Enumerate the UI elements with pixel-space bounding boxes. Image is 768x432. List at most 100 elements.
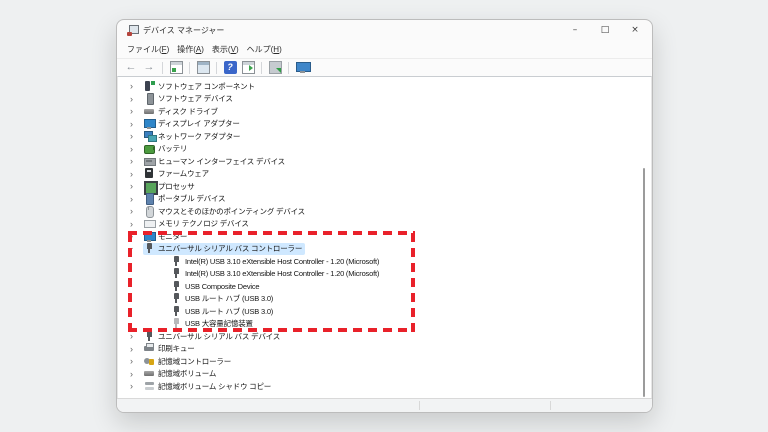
- tree-row[interactable]: Intel(R) USB 3.10 eXtensible Host Contro…: [118, 255, 651, 268]
- tree-row[interactable]: ポータブル デバイス: [118, 193, 651, 206]
- tree-row-content[interactable]: マウスとそのほかのポインティング デバイス: [143, 205, 308, 217]
- device-icon: [144, 243, 155, 254]
- menu-item-label: ファイル(: [127, 45, 162, 54]
- tree-row-content[interactable]: ネットワーク アダプター: [143, 130, 243, 142]
- tree-row[interactable]: Intel(R) USB 3.10 eXtensible Host Contro…: [118, 268, 651, 281]
- tree-row[interactable]: ユニバーサル シリアル バス デバイス: [118, 330, 651, 343]
- tree-row-content[interactable]: ソフトウェア デバイス: [143, 93, 236, 105]
- tree-row[interactable]: 記憶域ボリューム シャドウ コピー: [118, 380, 651, 393]
- tree-row-content[interactable]: プロセッサ: [143, 180, 198, 192]
- chevron-icon[interactable]: [127, 355, 143, 367]
- chevron-icon[interactable]: [127, 143, 143, 155]
- chevron-icon[interactable]: [127, 193, 143, 205]
- chevron-icon[interactable]: [127, 105, 143, 117]
- title-bar[interactable]: デバイス マネージャー –□×: [117, 20, 652, 40]
- tree-row[interactable]: ファームウェア: [118, 168, 651, 181]
- chevron-icon[interactable]: [127, 343, 143, 355]
- chevron-icon[interactable]: [127, 155, 143, 167]
- tree-row[interactable]: ソフトウェア デバイス: [118, 93, 651, 106]
- menu-item[interactable]: ヘルプ(H): [243, 44, 286, 55]
- device-icon: [144, 231, 155, 242]
- tree-row[interactable]: ディスク ドライブ: [118, 105, 651, 118]
- tree-row[interactable]: USB Composite Device: [118, 280, 651, 293]
- device-tree: ソフトウェア コンポーネント ソフトウェア デバイス ディスク ドライブ ディス…: [118, 77, 651, 393]
- tree-row-content[interactable]: USB ルート ハブ (USB 3.0): [170, 293, 276, 305]
- tree-row-content[interactable]: 記憶域ボリューム: [143, 368, 219, 380]
- tree-row-content[interactable]: ファームウェア: [143, 168, 212, 180]
- tree-row-content[interactable]: 記憶域ボリューム シャドウ コピー: [143, 380, 274, 392]
- tree-row[interactable]: USB ルート ハブ (USB 3.0): [118, 293, 651, 306]
- console-tree-button[interactable]: [168, 60, 184, 76]
- menu-item[interactable]: ファイル(F): [123, 44, 173, 55]
- tree-row-content[interactable]: バッテリ: [143, 143, 190, 155]
- chevron-icon[interactable]: [127, 118, 143, 130]
- chevron-icon[interactable]: [127, 168, 143, 180]
- maximize-button[interactable]: □: [590, 21, 620, 40]
- help-icon: [224, 61, 237, 74]
- tree-row-content[interactable]: モニター: [143, 230, 190, 242]
- toolbar-separator: [189, 62, 190, 74]
- minimize-button[interactable]: –: [560, 21, 590, 40]
- tree-row-content[interactable]: USB 大容量記憶装置: [170, 318, 256, 330]
- chevron-icon[interactable]: [127, 130, 143, 142]
- remote-computer-button[interactable]: [294, 60, 310, 76]
- chevron-icon[interactable]: [127, 330, 143, 342]
- tree-row[interactable]: ディスプレイ アダプター: [118, 118, 651, 131]
- menu-item[interactable]: 操作(A): [173, 44, 208, 55]
- tree-item-label: ソフトウェア コンポーネント: [158, 81, 255, 92]
- chevron-icon[interactable]: [127, 80, 143, 92]
- tree-row-content[interactable]: 印刷キュー: [143, 343, 198, 355]
- device-icon: [144, 93, 155, 104]
- action-window-button[interactable]: [240, 60, 256, 76]
- chevron-icon[interactable]: [127, 368, 143, 380]
- device-icon: [144, 143, 155, 154]
- menu-item-label: 操作(: [177, 45, 196, 54]
- tree-row-content[interactable]: ユニバーサル シリアル バス デバイス: [143, 330, 283, 342]
- tree-row[interactable]: ソフトウェア コンポーネント: [118, 80, 651, 93]
- chevron-icon[interactable]: [127, 180, 143, 192]
- tree-row[interactable]: ユニバーサル シリアル バス コントローラー: [118, 243, 651, 256]
- tree-row-content[interactable]: メモリ テクノロジ デバイス: [143, 218, 252, 230]
- properties-button[interactable]: [195, 60, 211, 76]
- tree-row[interactable]: 記憶域ボリューム: [118, 368, 651, 381]
- scan-hardware-button[interactable]: [267, 60, 283, 76]
- tree-row[interactable]: ヒューマン インターフェイス デバイス: [118, 155, 651, 168]
- tree-row[interactable]: ネットワーク アダプター: [118, 130, 651, 143]
- tree-item-label: マウスとそのほかのポインティング デバイス: [158, 206, 305, 217]
- menu-item-label: ヘルプ(: [247, 45, 274, 54]
- device-icon: [171, 256, 182, 267]
- tree-row[interactable]: マウスとそのほかのポインティング デバイス: [118, 205, 651, 218]
- close-button[interactable]: ×: [620, 21, 650, 40]
- tree-row[interactable]: プロセッサ: [118, 180, 651, 193]
- chevron-icon[interactable]: [127, 218, 143, 230]
- chevron-icon[interactable]: [127, 230, 143, 242]
- tree-row-content[interactable]: Intel(R) USB 3.10 eXtensible Host Contro…: [170, 255, 382, 267]
- chevron-icon[interactable]: [127, 380, 143, 392]
- tree-pane: ソフトウェア コンポーネント ソフトウェア デバイス ディスク ドライブ ディス…: [117, 76, 652, 398]
- chevron-icon[interactable]: [127, 243, 143, 255]
- help-button[interactable]: [222, 60, 238, 76]
- tree-row[interactable]: メモリ テクノロジ デバイス: [118, 218, 651, 231]
- tree-row-content[interactable]: 記憶域コントローラー: [143, 355, 234, 367]
- tree-row-content[interactable]: ユニバーサル シリアル バス コントローラー: [143, 243, 305, 255]
- vertical-scrollbar[interactable]: [643, 168, 645, 397]
- tree-row[interactable]: USB 大容量記憶装置: [118, 318, 651, 331]
- tree-row-content[interactable]: ヒューマン インターフェイス デバイス: [143, 155, 288, 167]
- menu-item[interactable]: 表示(V): [208, 44, 243, 55]
- tree-row-content[interactable]: Intel(R) USB 3.10 eXtensible Host Contro…: [170, 268, 382, 280]
- chevron-icon[interactable]: [127, 93, 143, 105]
- forward-button[interactable]: [141, 60, 157, 76]
- tree-row[interactable]: USB ルート ハブ (USB 3.0): [118, 305, 651, 318]
- tree-row-content[interactable]: USB ルート ハブ (USB 3.0): [170, 305, 276, 317]
- chevron-icon[interactable]: [127, 205, 143, 217]
- properties-icon: [197, 61, 210, 74]
- tree-row-content[interactable]: ディスク ドライブ: [143, 105, 221, 117]
- tree-row[interactable]: 記憶域コントローラー: [118, 355, 651, 368]
- tree-row[interactable]: 印刷キュー: [118, 343, 651, 356]
- back-button[interactable]: [123, 60, 139, 76]
- tree-row-content[interactable]: ディスプレイ アダプター: [143, 118, 243, 130]
- tree-row[interactable]: モニター: [118, 230, 651, 243]
- tree-row-content[interactable]: USB Composite Device: [170, 280, 262, 292]
- tree-row[interactable]: バッテリ: [118, 143, 651, 156]
- tree-row-content[interactable]: ソフトウェア コンポーネント: [143, 80, 258, 92]
